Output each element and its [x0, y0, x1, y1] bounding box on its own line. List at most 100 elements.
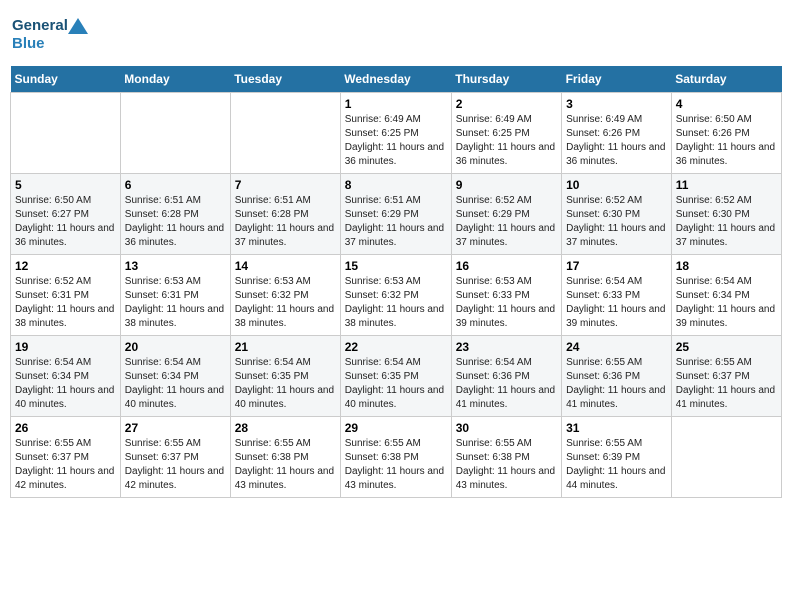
- day-number: 15: [345, 259, 447, 273]
- calendar-cell: 24 Sunrise: 6:55 AMSunset: 6:36 PMDayligh…: [562, 336, 672, 417]
- calendar-cell: 30Sunrise: 6:55 AMSunset: 6:38 PMDayligh…: [451, 417, 561, 498]
- day-number: 7: [235, 178, 336, 192]
- svg-text:General: General: [12, 17, 68, 34]
- day-number: 12: [15, 259, 116, 273]
- day-info: Sunrise: 6:54 AMSunset: 6:34 PMDaylight:…: [125, 356, 226, 412]
- calendar-cell: 3 Sunrise: 6:49 AMSunset: 6:26 PMDaylight…: [562, 93, 672, 174]
- calendar-cell: 20 Sunrise: 6:54 AMSunset: 6:34 PMDayligh…: [120, 336, 230, 417]
- calendar-cell: 21 Sunrise: 6:54 AMSunset: 6:35 PMDayligh…: [230, 336, 340, 417]
- day-header-thursday: Thursday: [451, 66, 561, 93]
- day-info: Sunrise: 6:55 AMSunset: 6:38 PMDaylight:…: [345, 437, 447, 493]
- day-info: Sunrise: 6:52 AMSunset: 6:29 PMDaylight:…: [456, 194, 557, 250]
- day-info: Sunrise: 6:53 AMSunset: 6:32 PMDaylight:…: [235, 275, 336, 331]
- day-info: Sunrise: 6:53 AMSunset: 6:32 PMDaylight:…: [345, 275, 447, 331]
- day-info: Sunrise: 6:49 AMSunset: 6:25 PMDaylight:…: [456, 113, 557, 169]
- day-info: Sunrise: 6:54 AMSunset: 6:33 PMDaylight:…: [566, 275, 667, 331]
- day-number: 19: [15, 340, 116, 354]
- calendar-cell: 6Sunrise: 6:51 AMSunset: 6:28 PMDaylight…: [120, 174, 230, 255]
- calendar-week-row: 12 Sunrise: 6:52 AMSunset: 6:31 PMDayligh…: [11, 255, 782, 336]
- calendar-cell: 16 Sunrise: 6:53 AMSunset: 6:33 PMDayligh…: [451, 255, 561, 336]
- calendar-cell: [230, 93, 340, 174]
- calendar-cell: 7 Sunrise: 6:51 AMSunset: 6:28 PMDaylight…: [230, 174, 340, 255]
- calendar-cell: 10 Sunrise: 6:52 AMSunset: 6:30 PMDayligh…: [562, 174, 672, 255]
- day-number: 25: [676, 340, 777, 354]
- day-header-friday: Friday: [562, 66, 672, 93]
- calendar-cell: 2 Sunrise: 6:49 AMSunset: 6:25 PMDaylight…: [451, 93, 561, 174]
- calendar-cell: 23Sunrise: 6:54 AMSunset: 6:36 PMDayligh…: [451, 336, 561, 417]
- calendar-cell: 28 Sunrise: 6:55 AMSunset: 6:38 PMDayligh…: [230, 417, 340, 498]
- calendar-cell: 11 Sunrise: 6:52 AMSunset: 6:30 PMDayligh…: [671, 174, 781, 255]
- day-number: 21: [235, 340, 336, 354]
- logo-svg: General Blue: [10, 10, 90, 58]
- day-number: 5: [15, 178, 116, 192]
- day-info: Sunrise: 6:52 AMSunset: 6:30 PMDaylight:…: [676, 194, 777, 250]
- calendar-cell: 12 Sunrise: 6:52 AMSunset: 6:31 PMDayligh…: [11, 255, 121, 336]
- calendar-week-row: 1 Sunrise: 6:49 AMSunset: 6:25 PMDaylight…: [11, 93, 782, 174]
- day-number: 22: [345, 340, 447, 354]
- calendar-cell: 9 Sunrise: 6:52 AMSunset: 6:29 PMDaylight…: [451, 174, 561, 255]
- day-number: 20: [125, 340, 226, 354]
- calendar-cell: [671, 417, 781, 498]
- calendar-cell: [11, 93, 121, 174]
- calendar-cell: 22 Sunrise: 6:54 AMSunset: 6:35 PMDayligh…: [340, 336, 451, 417]
- day-header-saturday: Saturday: [671, 66, 781, 93]
- day-number: 9: [456, 178, 557, 192]
- day-number: 16: [456, 259, 557, 273]
- calendar-cell: 15 Sunrise: 6:53 AMSunset: 6:32 PMDayligh…: [340, 255, 451, 336]
- day-header-sunday: Sunday: [11, 66, 121, 93]
- day-info: Sunrise: 6:54 AMSunset: 6:35 PMDaylight:…: [345, 356, 447, 412]
- day-info: Sunrise: 6:55 AMSunset: 6:38 PMDaylight:…: [235, 437, 336, 493]
- day-info: Sunrise: 6:50 AMSunset: 6:27 PMDaylight:…: [15, 194, 116, 250]
- calendar-cell: 31Sunrise: 6:55 AMSunset: 6:39 PMDayligh…: [562, 417, 672, 498]
- day-info: Sunrise: 6:52 AMSunset: 6:30 PMDaylight:…: [566, 194, 667, 250]
- day-header-wednesday: Wednesday: [340, 66, 451, 93]
- day-number: 6: [125, 178, 226, 192]
- day-number: 28: [235, 421, 336, 435]
- day-number: 2: [456, 97, 557, 111]
- day-info: Sunrise: 6:54 AMSunset: 6:34 PMDaylight:…: [15, 356, 116, 412]
- day-number: 24: [566, 340, 667, 354]
- day-info: Sunrise: 6:55 AMSunset: 6:37 PMDaylight:…: [125, 437, 226, 493]
- calendar-cell: 27Sunrise: 6:55 AMSunset: 6:37 PMDayligh…: [120, 417, 230, 498]
- day-info: Sunrise: 6:54 AMSunset: 6:35 PMDaylight:…: [235, 356, 336, 412]
- day-info: Sunrise: 6:51 AMSunset: 6:29 PMDaylight:…: [345, 194, 447, 250]
- calendar-cell: 13Sunrise: 6:53 AMSunset: 6:31 PMDayligh…: [120, 255, 230, 336]
- day-info: Sunrise: 6:51 AMSunset: 6:28 PMDaylight:…: [235, 194, 336, 250]
- day-number: 4: [676, 97, 777, 111]
- day-number: 29: [345, 421, 447, 435]
- day-number: 3: [566, 97, 667, 111]
- calendar-cell: 8Sunrise: 6:51 AMSunset: 6:29 PMDaylight…: [340, 174, 451, 255]
- calendar-cell: 18Sunrise: 6:54 AMSunset: 6:34 PMDayligh…: [671, 255, 781, 336]
- day-number: 11: [676, 178, 777, 192]
- day-info: Sunrise: 6:49 AMSunset: 6:25 PMDaylight:…: [345, 113, 447, 169]
- logo: General Blue: [10, 10, 90, 58]
- day-number: 13: [125, 259, 226, 273]
- day-number: 31: [566, 421, 667, 435]
- day-info: Sunrise: 6:55 AMSunset: 6:37 PMDaylight:…: [676, 356, 777, 412]
- day-info: Sunrise: 6:55 AMSunset: 6:36 PMDaylight:…: [566, 356, 667, 412]
- calendar-cell: 17 Sunrise: 6:54 AMSunset: 6:33 PMDayligh…: [562, 255, 672, 336]
- calendar-cell: 19 Sunrise: 6:54 AMSunset: 6:34 PMDayligh…: [11, 336, 121, 417]
- day-info: Sunrise: 6:52 AMSunset: 6:31 PMDaylight:…: [15, 275, 116, 331]
- calendar-week-row: 19 Sunrise: 6:54 AMSunset: 6:34 PMDayligh…: [11, 336, 782, 417]
- day-number: 26: [15, 421, 116, 435]
- day-info: Sunrise: 6:49 AMSunset: 6:26 PMDaylight:…: [566, 113, 667, 169]
- calendar-cell: 4 Sunrise: 6:50 AMSunset: 6:26 PMDaylight…: [671, 93, 781, 174]
- day-info: Sunrise: 6:50 AMSunset: 6:26 PMDaylight:…: [676, 113, 777, 169]
- calendar-cell: 14Sunrise: 6:53 AMSunset: 6:32 PMDayligh…: [230, 255, 340, 336]
- calendar-cell: 25 Sunrise: 6:55 AMSunset: 6:37 PMDayligh…: [671, 336, 781, 417]
- calendar-week-row: 26 Sunrise: 6:55 AMSunset: 6:37 PMDayligh…: [11, 417, 782, 498]
- calendar-table: SundayMondayTuesdayWednesdayThursdayFrid…: [10, 66, 782, 498]
- page-header: General Blue: [10, 10, 782, 58]
- day-number: 23: [456, 340, 557, 354]
- day-header-monday: Monday: [120, 66, 230, 93]
- day-number: 17: [566, 259, 667, 273]
- svg-text:Blue: Blue: [12, 35, 45, 52]
- calendar-cell: [120, 93, 230, 174]
- day-number: 1: [345, 97, 447, 111]
- day-number: 10: [566, 178, 667, 192]
- day-header-tuesday: Tuesday: [230, 66, 340, 93]
- day-number: 18: [676, 259, 777, 273]
- day-info: Sunrise: 6:53 AMSunset: 6:33 PMDaylight:…: [456, 275, 557, 331]
- calendar-week-row: 5 Sunrise: 6:50 AMSunset: 6:27 PMDaylight…: [11, 174, 782, 255]
